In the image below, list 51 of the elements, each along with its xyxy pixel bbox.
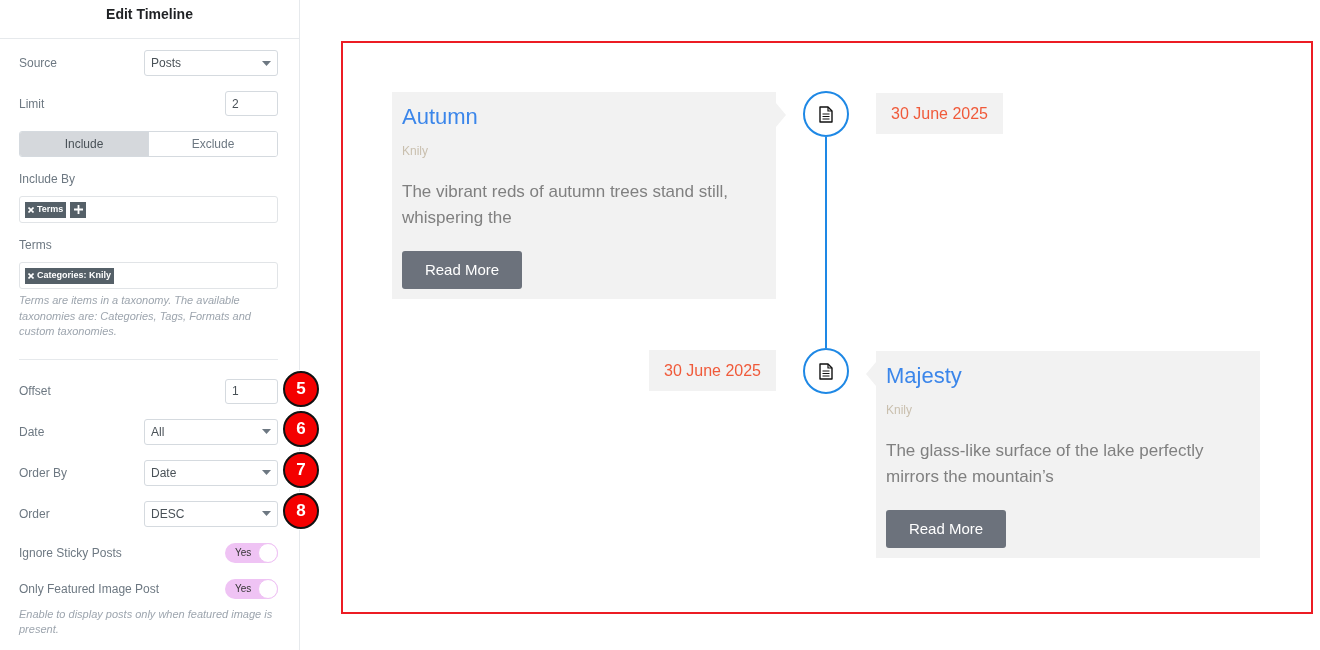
number-input[interactable]: 1 bbox=[225, 378, 278, 404]
field-label: Offset bbox=[19, 384, 51, 398]
segment-tab[interactable]: Include bbox=[20, 132, 148, 156]
toggle-switch[interactable]: Yes bbox=[225, 542, 278, 563]
segment-tab[interactable]: Exclude bbox=[148, 132, 277, 156]
field-label: Order bbox=[19, 506, 50, 521]
panel-title: Edit Timeline bbox=[106, 6, 193, 24]
caret-icon bbox=[262, 470, 271, 475]
plus-icon bbox=[73, 205, 83, 214]
tags-field[interactable]: Terms bbox=[19, 196, 278, 223]
post-date: 30 June 2025 bbox=[876, 93, 1003, 134]
number-input[interactable]: 2 bbox=[225, 91, 278, 116]
field-label: Only Featured Image Post bbox=[19, 581, 160, 596]
dropdown-select[interactable]: Posts bbox=[144, 50, 278, 76]
dropdown-select[interactable]: Date bbox=[144, 459, 278, 486]
remove-icon[interactable] bbox=[28, 272, 34, 279]
step-number-marker: 5 bbox=[283, 370, 319, 407]
tag-label: Terms bbox=[37, 205, 64, 214]
help-text: Terms are items in a taxonomy. The available taxonomies are: Categories, Tags, Formats and custom taxonomies. bbox=[19, 293, 252, 339]
field-label: Ignore Sticky Posts bbox=[19, 545, 122, 560]
step-number-marker: 7 bbox=[283, 451, 319, 488]
post-excerpt: The vibrant reds of autumn trees stand still, whispering the bbox=[402, 181, 729, 229]
tag-label: Categories: Knily bbox=[37, 271, 112, 280]
field-label: Terms bbox=[19, 238, 53, 252]
caret-icon bbox=[262, 429, 271, 434]
tags-field[interactable]: Categories: Knily bbox=[19, 262, 278, 289]
author-name: Knily bbox=[402, 143, 428, 159]
dropdown-select[interactable]: All bbox=[144, 418, 278, 445]
post-excerpt: The glass-like surface of the lake perfectly mirrors the mountain’s bbox=[886, 440, 1205, 488]
field-label: Limit bbox=[19, 96, 45, 111]
read-more-button[interactable]: Read More bbox=[886, 510, 1006, 548]
post-date: 30 June 2025 bbox=[649, 350, 776, 391]
field-label: Source bbox=[19, 56, 58, 70]
field-label: Include By bbox=[19, 172, 77, 186]
switch-knob bbox=[258, 578, 278, 599]
document-icon bbox=[819, 105, 833, 123]
author-name: Knily bbox=[886, 402, 912, 418]
document-icon bbox=[819, 362, 833, 380]
dropdown-select[interactable]: DESC bbox=[144, 500, 278, 527]
field-label: Order By bbox=[19, 465, 67, 480]
toggle-switch[interactable]: Yes bbox=[225, 578, 278, 599]
switch-knob bbox=[258, 542, 278, 563]
step-number-marker: 6 bbox=[283, 410, 319, 447]
field-label: Date bbox=[19, 424, 45, 439]
step-number-marker: 8 bbox=[283, 492, 319, 529]
caret-icon bbox=[262, 511, 271, 516]
add-button[interactable] bbox=[70, 201, 87, 218]
caret-icon bbox=[262, 60, 271, 66]
help-text: Enable to display posts only when featured image is present. bbox=[19, 606, 274, 637]
remove-icon[interactable] bbox=[28, 206, 34, 213]
read-more-button[interactable]: Read More bbox=[402, 251, 522, 289]
